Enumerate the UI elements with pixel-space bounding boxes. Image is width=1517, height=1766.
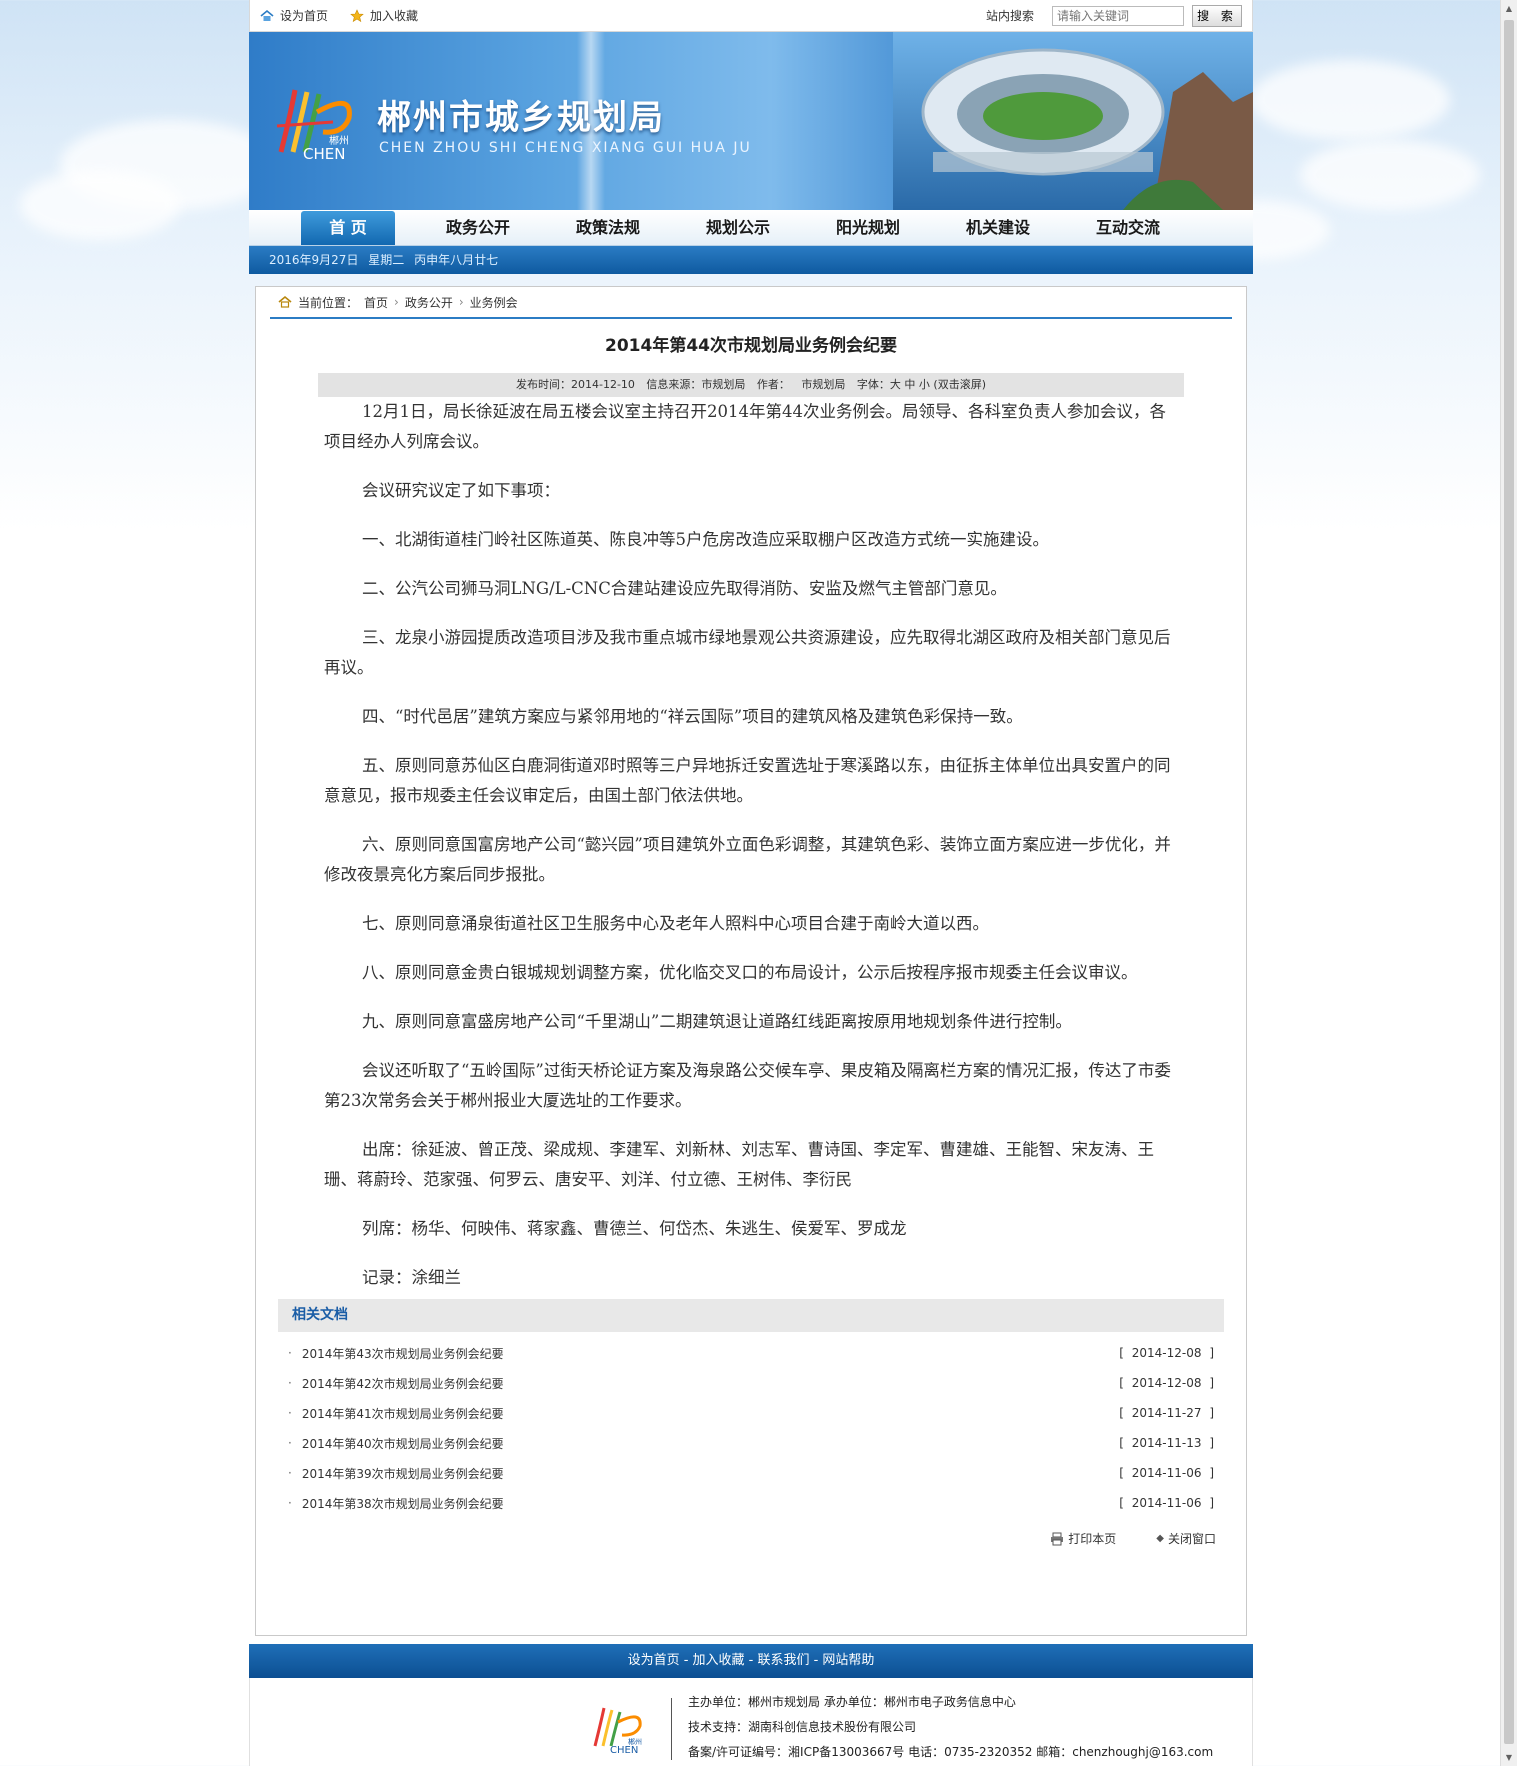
paragraph: 记录：涂细兰 — [362, 1268, 461, 1287]
related-docs-list: · 2014年第43次市规划局业务例会纪要[ 2014-12-08 ] · 2014… — [278, 1332, 1224, 1524]
paragraph: 列席：杨华、何映伟、蒋家鑫、曹德兰、何岱杰、朱逃生、侯爱军、罗成龙 — [362, 1219, 907, 1238]
svg-text:CHEN: CHEN — [303, 145, 345, 162]
related-doc-date: [ 2014-11-06 ] — [1119, 1466, 1214, 1480]
related-doc-link[interactable]: 2014年第38次市规划局业务例会纪要 — [302, 1495, 1119, 1512]
nav-planning-notice[interactable]: 规划公示 — [673, 211, 803, 245]
related-doc-date: [ 2014-11-13 ] — [1119, 1436, 1214, 1450]
footer-logo: 郴州 CHEN — [593, 1707, 642, 1754]
related-doc-link[interactable]: 2014年第40次市规划局业务例会纪要 — [302, 1435, 1119, 1452]
nav-government-affairs[interactable]: 政务公开 — [413, 211, 543, 245]
search-button[interactable]: 搜 索 — [1192, 4, 1242, 27]
list-item[interactable]: · 2014年第43次市规划局业务例会纪要[ 2014-12-08 ] — [278, 1338, 1224, 1368]
footer-sponsor: 主办单位：郴州市规划局 承办单位：郴州市电子政务信息中心 — [688, 1695, 1016, 1709]
related-doc-link[interactable]: 2014年第43次市规划局业务例会纪要 — [302, 1345, 1119, 1362]
star-icon — [350, 8, 364, 22]
paragraph: 七、原则同意涌泉街道社区卫生服务中心及老年人照料中心项目合建于南岭大道以西。 — [362, 914, 989, 933]
add-favorite-link[interactable]: 加入收藏 — [350, 7, 418, 24]
paragraph: 12月1日，局长徐延波在局五楼会议室主持召开2014年第44次业务例会。局领导、… — [324, 402, 1166, 451]
paragraph: 出席：徐延波、曾正茂、梁成规、李建军、刘新林、刘志军、曹诗国、李定军、曹建雄、王… — [324, 1140, 1154, 1189]
scroll-down-icon[interactable]: ▼ — [1501, 1749, 1517, 1766]
home-icon — [278, 295, 292, 308]
related-docs-heading: 相关文档 — [278, 1299, 1224, 1332]
paragraph: 五、原则同意苏仙区白鹿洞街道邓时照等三户异地拆迁安置选址于寒溪路以东，由征拆主体… — [324, 756, 1171, 805]
paragraph: 会议研究议定了如下事项： — [362, 481, 560, 500]
info-source: 信息来源：市规划局 — [646, 378, 746, 391]
related-doc-date: [ 2014-11-27 ] — [1119, 1406, 1214, 1420]
top-bar: 设为首页 加入收藏 站内搜索 搜 索 — [249, 0, 1253, 32]
search-label: 站内搜索 — [985, 9, 1034, 23]
paragraph: 会议还听取了“五岭国际”过街天桥论证方案及海泉路公交候车亭、果皮箱及隔离栏方案的… — [324, 1061, 1171, 1110]
breadcrumb-meetings[interactable]: 业务例会 — [470, 294, 518, 311]
publish-time: 发布时间：2014-12-10 — [515, 378, 635, 391]
list-item[interactable]: · 2014年第38次市规划局业务例会纪要[ 2014-11-06 ] — [278, 1488, 1224, 1518]
related-doc-date: [ 2014-12-08 ] — [1119, 1376, 1214, 1390]
set-home-link[interactable]: 设为首页 — [260, 7, 328, 24]
related-doc-date: [ 2014-12-08 ] — [1119, 1346, 1214, 1360]
close-arrow-icon: ◆ — [1156, 1533, 1164, 1544]
date-bar: 2016年9月27日 星期二 丙申年八月廿七 — [249, 246, 1253, 274]
author-value: 市规划局 — [801, 378, 846, 391]
search-input[interactable] — [1052, 5, 1184, 26]
breadcrumb-label: 当前位置： — [298, 295, 359, 310]
nav-sunshine-planning[interactable]: 阳光规划 — [803, 211, 933, 245]
main-nav: 首 页 政务公开 政策法规 规划公示 阳光规划 机关建设 互动交流 — [249, 210, 1253, 246]
list-item[interactable]: · 2014年第40次市规划局业务例会纪要[ 2014-11-13 ] — [278, 1428, 1224, 1458]
breadcrumb-affairs[interactable]: 政务公开 — [405, 294, 453, 311]
article-container: 当前位置： 首页 › 政务公开 › 业务例会 2014年第44次市规划局业务例会… — [255, 286, 1247, 1636]
page-container: 设为首页 加入收藏 站内搜索 搜 索 郴州 CHEN 郴州市城乡规划局 CHEN… — [249, 0, 1253, 1766]
paragraph: 九、原则同意富盛房地产公司“千里湖山”二期建筑退让道路红线距离按原用地规划条件进… — [362, 1012, 1072, 1031]
author-label: 作者： — [756, 378, 790, 391]
paragraph: 一、北湖街道桂门岭社区陈道英、陈良冲等5户危房改造应采取棚户区改造方式统一实施建… — [362, 530, 1049, 549]
article-title: 2014年第44次市规划局业务例会纪要 — [605, 336, 897, 356]
breadcrumb-home[interactable]: 首页 — [364, 294, 388, 311]
scroll-thumb[interactable] — [1504, 20, 1514, 1744]
font-size-controls[interactable]: 字体：大 中 小 (双击滚屏) — [857, 378, 986, 391]
close-window-button[interactable]: ◆ 关闭窗口 — [1156, 1530, 1216, 1547]
chevron-right-icon: › — [458, 295, 464, 309]
nav-interaction[interactable]: 互动交流 — [1063, 211, 1193, 245]
scroll-up-icon[interactable]: ▲ — [1501, 0, 1517, 17]
related-doc-date: [ 2014-11-06 ] — [1119, 1496, 1214, 1510]
paragraph: 三、龙泉小游园提质改造项目涉及我市重点城市绿地景观公共资源建设，应先取得北湖区政… — [324, 628, 1171, 677]
list-item[interactable]: · 2014年第42次市规划局业务例会纪要[ 2014-12-08 ] — [278, 1368, 1224, 1398]
article-meta: 发布时间：2014-12-10 信息来源：市规划局 作者： 市规划局 字体：大 … — [318, 373, 1184, 397]
footer-info: 郴州 CHEN 主办单位：郴州市规划局 承办单位：郴州市电子政务信息中心 技术支… — [249, 1678, 1253, 1766]
chevron-right-icon: › — [394, 295, 399, 309]
article-body: 12月1日，局长徐延波在局五楼会议室主持召开2014年第44次业务例会。局领导、… — [270, 397, 1232, 1293]
page-tools: 打印本页 ◆ 关闭窗口 — [270, 1524, 1232, 1547]
related-doc-link[interactable]: 2014年第41次市规划局业务例会纪要 — [302, 1405, 1119, 1422]
footer-tech-support: 技术支持：湖南科创信息技术股份有限公司 — [688, 1720, 917, 1734]
nav-home[interactable]: 首 页 — [301, 211, 395, 245]
related-doc-link[interactable]: 2014年第42次市规划局业务例会纪要 — [302, 1375, 1119, 1392]
print-button[interactable]: 打印本页 — [1050, 1530, 1116, 1547]
footer-icp: 备案/许可证编号：湘ICP备13003667号 电话：0735-2320352 … — [688, 1745, 1214, 1759]
paragraph: 六、原则同意国富房地产公司“懿兴园”项目建筑外立面色彩调整，其建筑色彩、装饰立面… — [324, 835, 1171, 884]
site-title-english: CHEN ZHOU SHI CHENG XIANG GUI HUA JU — [379, 140, 752, 156]
paragraph: 八、原则同意金贵白银城规划调整方案，优化临交叉口的布局设计，公示后按程序报市规委… — [362, 963, 1138, 982]
site-title: 郴州市城乡规划局 — [377, 98, 665, 138]
nav-organization[interactable]: 机关建设 — [933, 211, 1063, 245]
list-item[interactable]: · 2014年第41次市规划局业务例会纪要[ 2014-11-27 ] — [278, 1398, 1224, 1428]
list-item[interactable]: · 2014年第39次市规划局业务例会纪要[ 2014-11-06 ] — [278, 1458, 1224, 1488]
footer-links[interactable]: 设为首页 - 加入收藏 - 联系我们 - 网站帮助 — [249, 1644, 1253, 1678]
window-scrollbar[interactable]: ▲ ▼ — [1500, 0, 1517, 1766]
header-banner: 郴州 CHEN 郴州市城乡规划局 CHEN ZHOU SHI CHENG XIA… — [249, 32, 1253, 210]
paragraph: 四、“时代邑居”建筑方案应与紧邻用地的“祥云国际”项目的建筑风格及建筑色彩保持一… — [362, 707, 1023, 726]
bureau-logo: 郴州 CHEN — [276, 89, 352, 162]
svg-text:CHEN: CHEN — [610, 1745, 638, 1754]
paragraph: 二、公汽公司狮马洞LNG/L-CNC合建站建设应先取得消防、安监及燃气主管部门意… — [362, 579, 1007, 598]
printer-icon — [1051, 1532, 1064, 1545]
breadcrumb: 当前位置： 首页 › 政务公开 › 业务例会 — [270, 287, 1232, 319]
footer-text: 主办单位：郴州市规划局 承办单位：郴州市电子政务信息中心 技术支持：湖南科创信息… — [688, 1690, 1213, 1765]
stadium-image — [893, 32, 1253, 210]
home-icon — [260, 9, 274, 21]
related-doc-link[interactable]: 2014年第39次市规划局业务例会纪要 — [302, 1465, 1119, 1482]
nav-policy-law[interactable]: 政策法规 — [543, 211, 673, 245]
